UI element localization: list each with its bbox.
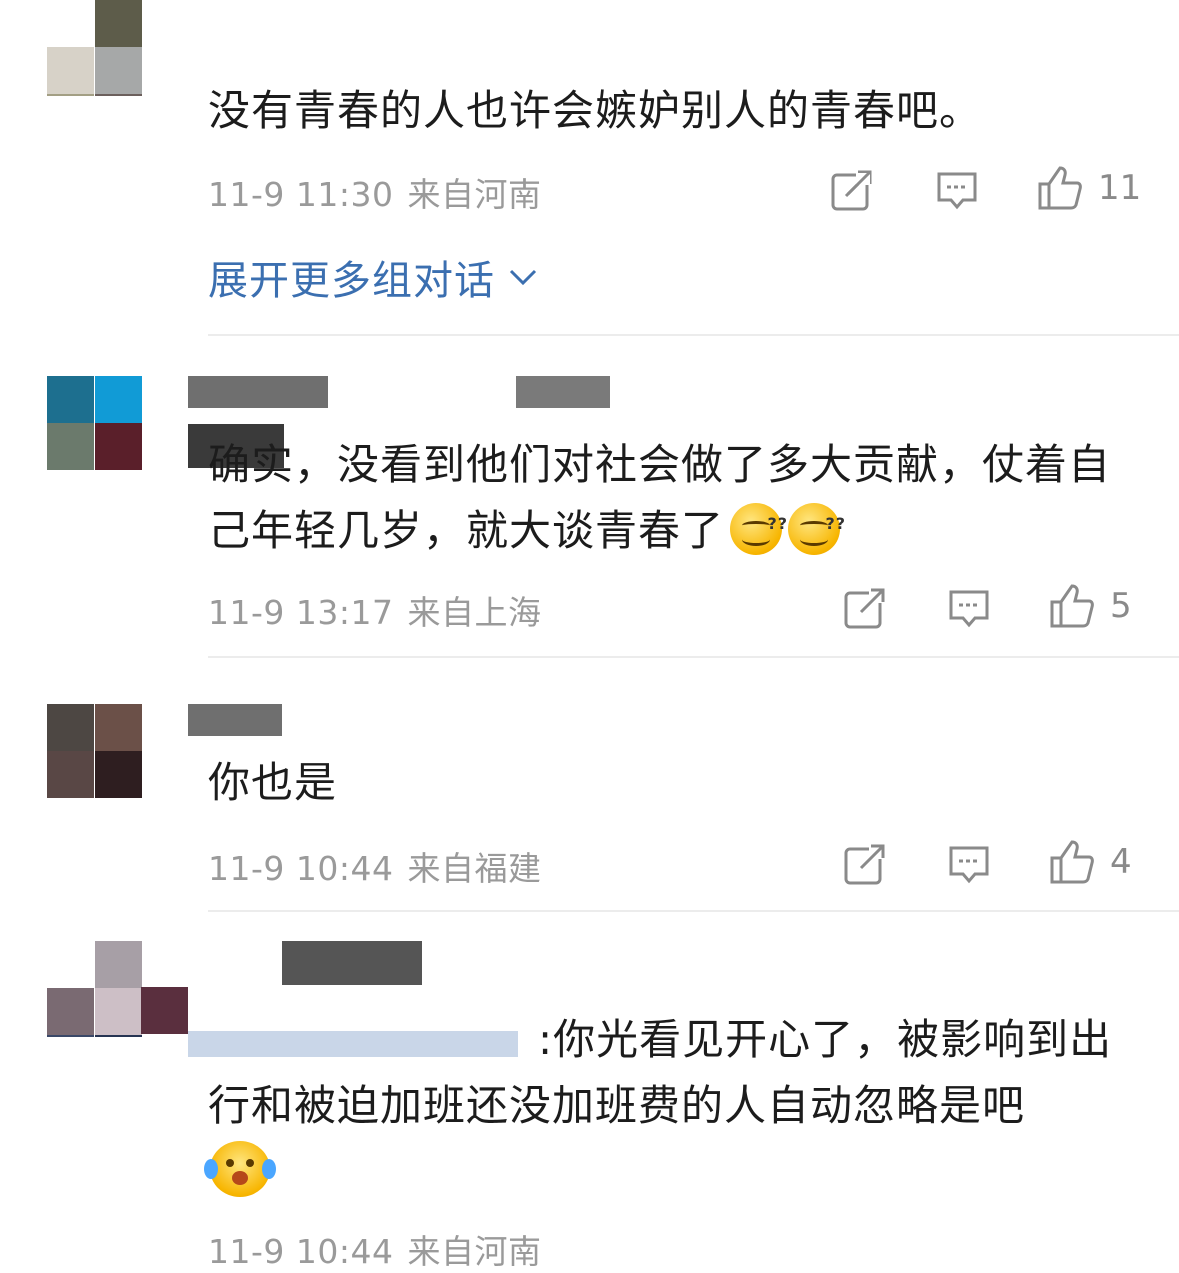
comment-button[interactable] bbox=[947, 586, 991, 630]
comment-location: 来自河南 bbox=[407, 175, 542, 214]
crying-emoji-icon bbox=[204, 1141, 276, 1201]
avatar[interactable] bbox=[47, 376, 143, 472]
username-redacted bbox=[188, 376, 328, 408]
username-redacted bbox=[282, 941, 422, 985]
comment-meta: 11-9 10:44 来自河南 bbox=[208, 1225, 542, 1273]
repost-button[interactable] bbox=[843, 586, 887, 630]
username-redacted bbox=[516, 376, 610, 408]
expand-conversation-link[interactable]: 展开更多组对话 bbox=[208, 248, 541, 306]
comment-text: :你光看见开心了，被影响到出行和被迫加班还没加班费的人自动忽略是吧 bbox=[208, 1007, 1148, 1139]
like-icon bbox=[1050, 840, 1094, 884]
expand-label: 展开更多组对话 bbox=[208, 258, 495, 304]
comment-item: 没有青春的人也许会嫉妒别人的青春吧。 11-9 11:30 来自河南 11 展开更… bbox=[0, 0, 1179, 336]
comment-icon bbox=[949, 846, 989, 884]
comment-time: 11-9 13:17 bbox=[208, 593, 394, 632]
avatar-redacted-block bbox=[141, 987, 188, 1034]
comment-button[interactable] bbox=[947, 842, 991, 886]
comment-text-body: 确实，没看到他们对社会做了多大贡献，仗着自己年轻几岁，就大谈青春了 bbox=[208, 440, 1112, 555]
like-button[interactable]: 5 bbox=[1048, 582, 1132, 630]
comment-item: 你也是 11-9 10:44 来自福建 4 bbox=[0, 658, 1179, 913]
comment-time: 11-9 10:44 bbox=[208, 1232, 394, 1271]
dizzy-emoji-icon: ?? bbox=[788, 503, 845, 555]
repost-icon bbox=[844, 588, 885, 629]
comment-item: 确实，没看到他们对社会做了多大贡献，仗着自己年轻几岁，就大谈青春了???? 11… bbox=[0, 336, 1179, 658]
comment-meta: 11-9 11:30 来自河南 bbox=[208, 168, 542, 216]
like-count: 5 bbox=[1110, 586, 1132, 626]
repost-button[interactable] bbox=[843, 842, 887, 886]
comment-location: 来自上海 bbox=[407, 593, 542, 632]
comment-meta: 11-9 13:17 来自上海 bbox=[208, 586, 542, 634]
avatar[interactable] bbox=[47, 0, 143, 96]
comment-text: 没有青春的人也许会嫉妒别人的青春吧。 bbox=[208, 86, 983, 135]
like-count: 4 bbox=[1110, 842, 1132, 882]
like-icon bbox=[1050, 584, 1094, 628]
comment-location: 来自福建 bbox=[407, 849, 542, 888]
comment-location: 来自河南 bbox=[407, 1232, 542, 1271]
comment-text: 确实，没看到他们对社会做了多大贡献，仗着自己年轻几岁，就大谈青春了???? bbox=[208, 432, 1148, 564]
comment-time: 11-9 10:44 bbox=[208, 849, 394, 888]
divider bbox=[208, 910, 1179, 912]
repost-button[interactable] bbox=[830, 168, 874, 212]
comment-icon bbox=[949, 590, 989, 628]
comment-time: 11-9 11:30 bbox=[208, 175, 394, 214]
like-button[interactable]: 11 bbox=[1036, 164, 1141, 212]
like-icon bbox=[1038, 166, 1082, 210]
dizzy-emoji-icon: ?? bbox=[730, 503, 787, 555]
like-button[interactable]: 4 bbox=[1048, 838, 1132, 886]
comment-icon bbox=[937, 172, 977, 210]
repost-icon bbox=[844, 844, 885, 885]
comment-button[interactable] bbox=[935, 168, 979, 212]
comment-text: 你也是 bbox=[208, 758, 338, 807]
username-redacted bbox=[188, 704, 282, 736]
like-count: 11 bbox=[1098, 168, 1142, 208]
comment-text-body: :你光看见开心了，被影响到出行和被迫加班还没加班费的人自动忽略是吧 bbox=[208, 1015, 1113, 1130]
repost-icon bbox=[831, 170, 872, 211]
comment-meta: 11-9 10:44 来自福建 bbox=[208, 842, 542, 890]
comment-item: :你光看见开心了，被影响到出行和被迫加班还没加班费的人自动忽略是吧 11-9 1… bbox=[0, 913, 1179, 1271]
avatar[interactable] bbox=[47, 704, 143, 800]
chevron-down-icon bbox=[509, 269, 537, 286]
avatar[interactable] bbox=[47, 941, 143, 1037]
